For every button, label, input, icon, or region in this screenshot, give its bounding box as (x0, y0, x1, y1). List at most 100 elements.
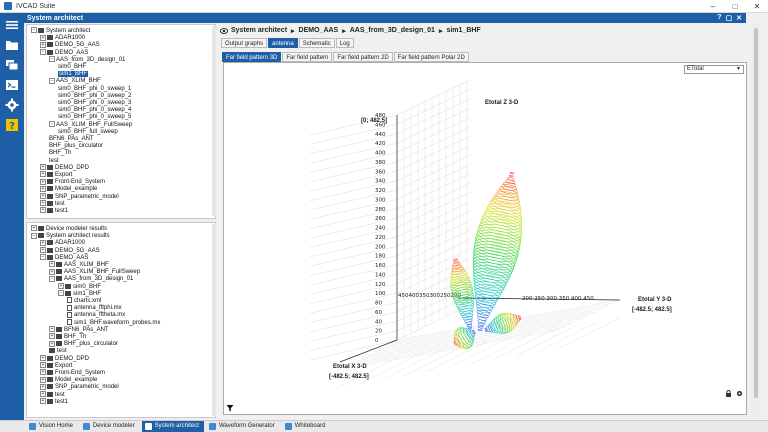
collapse-icon[interactable]: − (40, 49, 46, 56)
expand-icon[interactable]: + (40, 391, 46, 398)
expand-icon[interactable]: + (49, 268, 55, 275)
expand-icon[interactable]: + (40, 34, 46, 41)
folder-icon (38, 27, 44, 33)
folder-icon (47, 193, 53, 199)
collapse-icon[interactable]: − (49, 121, 55, 128)
help-icon[interactable]: ? (717, 14, 721, 22)
file-icon (67, 304, 72, 311)
app-tab-vision-home[interactable]: Vision Home (26, 421, 78, 432)
app-switcher-bar: Vision Home Device modeler System architec… (0, 420, 768, 432)
tab-far-field-pattern-3d[interactable]: Far field pattern 3D (222, 52, 282, 62)
collapse-icon[interactable]: − (40, 254, 46, 261)
expand-icon[interactable]: + (40, 164, 46, 171)
tree-node-label: AAS_XLIM_BHF_FullSweep (56, 121, 133, 128)
module-icon (144, 423, 152, 430)
expand-icon[interactable]: + (31, 225, 37, 232)
lock-icon[interactable] (725, 390, 732, 397)
tree-node-label: test1 (55, 208, 69, 214)
tree-scrollbar[interactable] (212, 26, 216, 216)
collapse-icon[interactable]: − (49, 77, 55, 84)
close-icon[interactable]: ✕ (746, 2, 768, 11)
expand-icon[interactable]: + (40, 355, 46, 362)
app-tab-whiteboard[interactable]: Whiteboard (282, 421, 331, 432)
expand-icon[interactable]: + (40, 200, 46, 207)
tab-far-field-pattern-2d[interactable]: Far field pattern 2D (333, 52, 393, 62)
gear-icon[interactable] (5, 98, 19, 112)
breadcrumb-item[interactable]: DEMO_AAS (299, 27, 339, 34)
expand-icon[interactable]: + (40, 207, 46, 214)
expand-icon[interactable]: + (40, 362, 46, 369)
expand-icon[interactable]: + (40, 398, 46, 405)
maximize-icon[interactable]: □ (724, 2, 746, 11)
main-scrollbar[interactable] (752, 24, 760, 419)
close-panel-icon[interactable]: ✕ (736, 14, 742, 22)
tab-log[interactable]: Log (335, 38, 354, 48)
menu-icon[interactable] (5, 18, 19, 32)
folder-icon (47, 35, 53, 41)
tree-node-label: ADAR1000 (55, 35, 86, 42)
tree-node-label: sim0_BHF_phi_0_sweep_1 (58, 85, 132, 92)
results-tree-scrollbar[interactable] (212, 224, 216, 416)
expand-icon[interactable]: + (40, 247, 46, 254)
expand-icon[interactable]: + (58, 283, 64, 290)
window-titlebar: IVCAD Suite – □ ✕ (0, 0, 768, 13)
expand-icon[interactable]: + (40, 171, 46, 178)
tab-far-field-pattern[interactable]: Far field pattern (282, 52, 333, 62)
expand-icon[interactable]: + (40, 185, 46, 192)
tab-far-field-pattern-polar-2d[interactable]: Far field pattern Polar 2D (393, 52, 469, 62)
terminal-icon[interactable] (5, 78, 19, 92)
expand-icon[interactable]: + (40, 178, 46, 185)
expand-icon[interactable]: + (40, 239, 46, 246)
app-tab-device-modeler[interactable]: Device modeler (80, 421, 140, 432)
folder-icon (47, 171, 53, 177)
detach-icon[interactable]: ▢ (726, 14, 733, 22)
tab-output-graphs[interactable]: Output graphs (221, 38, 268, 48)
folder-open-icon[interactable] (5, 38, 19, 52)
breadcrumb-item[interactable]: System architect (231, 27, 287, 34)
tree-node[interactable]: + test1 (40, 398, 68, 406)
tree-node-label: BHF_plus_circulator (64, 341, 119, 348)
filter-icon[interactable] (226, 404, 234, 412)
minimize-icon[interactable]: – (702, 2, 724, 11)
expand-icon[interactable]: + (49, 333, 55, 340)
plot-area[interactable] (223, 62, 747, 415)
field-select[interactable]: ETotal ▼ (684, 65, 744, 74)
collapse-icon[interactable]: − (49, 275, 55, 282)
help-icon[interactable]: ? (5, 118, 19, 132)
tree-node-label: DEMO_AAS (55, 254, 89, 261)
tree-node-label: charts.xml (74, 298, 102, 304)
breadcrumb: System architect ▸ DEMO_AAS ▸ AAS_from_3D_de… (220, 25, 748, 36)
expand-icon[interactable]: + (49, 340, 55, 347)
tree-node[interactable]: + test1 (40, 207, 68, 215)
expand-icon[interactable]: + (49, 261, 55, 268)
z-axis-label: [0; 482.5] (361, 118, 388, 124)
tree-node-label: DEMO_5G_AAS (55, 247, 100, 254)
tab-schematic[interactable]: Schematic (298, 38, 335, 48)
field-select-value: ETotal (687, 66, 704, 72)
collapse-icon[interactable]: − (58, 290, 64, 297)
expand-icon[interactable]: + (49, 326, 55, 333)
folder-icon (47, 207, 53, 213)
collapse-icon[interactable]: − (31, 27, 37, 34)
breadcrumb-item[interactable]: AAS_from_3D_design_01 (350, 27, 435, 34)
expand-icon[interactable]: + (40, 383, 46, 390)
layers-icon[interactable] (5, 58, 19, 72)
tab-antenna[interactable]: antenna (268, 38, 298, 48)
expand-icon[interactable]: + (40, 369, 46, 376)
collapse-icon[interactable]: − (31, 232, 37, 239)
expand-icon[interactable]: + (40, 41, 46, 48)
expand-icon[interactable]: + (40, 376, 46, 383)
breadcrumb-separator: ▸ (291, 27, 295, 35)
collapse-icon[interactable]: − (49, 56, 55, 63)
tree-node-label: SNP_parametric_model (55, 384, 119, 391)
breadcrumb-item[interactable]: sim1_BHF (446, 27, 480, 34)
folder-icon (47, 179, 53, 185)
app-tab-system-architect[interactable]: System architect (141, 421, 204, 432)
gear-icon[interactable] (736, 390, 743, 397)
expand-icon[interactable]: + (40, 193, 46, 200)
app-tab-label: Vision Home (39, 423, 73, 429)
folder-icon (56, 261, 62, 267)
plot-title: Etotal Z 3-D (485, 100, 519, 106)
tree-node-label: antenna_fftheta.mx (74, 312, 126, 319)
app-tab-waveform-generator[interactable]: Waveform Generator (206, 421, 280, 432)
